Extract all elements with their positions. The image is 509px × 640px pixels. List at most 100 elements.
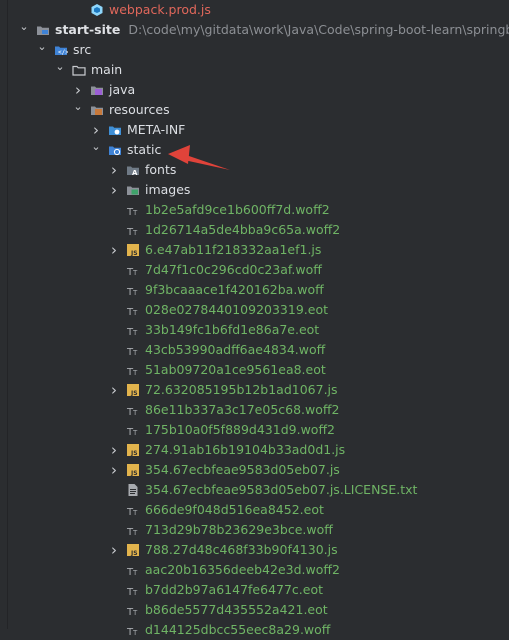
font-file-icon: T T — [126, 403, 140, 417]
tree-row[interactable]: T T b86de5577d435552a421.eot — [0, 600, 509, 620]
tree-row[interactable]: T T 666de9f048d516ea8452.eot — [0, 500, 509, 520]
tree-row[interactable]: T T 028e0278440109203319.eot — [0, 300, 509, 320]
tree-row[interactable]: 354.67ecbfeae9583d05eb07.js.LICENSE.txt — [0, 480, 509, 500]
tree-row[interactable]: › JS 354.67ecbfeae9583d05eb07.js — [0, 460, 509, 480]
expand-arrow-icon[interactable]: ⌄ — [72, 100, 84, 120]
font-file-icon: T T — [126, 563, 140, 577]
svg-text:T: T — [132, 429, 138, 437]
tree-row[interactable]: ⌄ main — [0, 60, 509, 80]
js-file-icon: JS — [126, 383, 140, 397]
web-folder-icon — [108, 143, 122, 157]
tree-row[interactable]: › JS 6.e47ab11f218332aa1ef1.js — [0, 240, 509, 260]
tree-row[interactable]: T T aac20b16356deeb42e3d.woff2 — [0, 560, 509, 580]
collapse-arrow-icon[interactable]: › — [72, 80, 84, 100]
source-folder-icon: </> — [54, 43, 68, 57]
tree-item-label: 175b10a0f5f889d431d9.woff2 — [145, 422, 336, 437]
tree-row[interactable]: ⌄ static — [0, 140, 509, 160]
tree-row[interactable]: webpack.prod.js — [0, 0, 509, 20]
tree-item-label: 86e11b337a3c17e05c68.woff2 — [145, 402, 340, 417]
tree-item-label: 666de9f048d516ea8452.eot — [145, 502, 324, 517]
svg-text:T: T — [132, 309, 138, 317]
tree-row[interactable]: T T 51ab09720a1ce9561ea8.eot — [0, 360, 509, 380]
collapse-arrow-icon[interactable]: › — [108, 440, 120, 460]
tree-row[interactable]: ⌄ resources — [0, 100, 509, 120]
tree-row[interactable]: T T 86e11b337a3c17e05c68.woff2 — [0, 400, 509, 420]
tree-row[interactable]: ⌄ </> src — [0, 40, 509, 60]
svg-text:JS: JS — [130, 390, 138, 397]
font-file-icon: T T — [126, 623, 140, 637]
collapse-arrow-icon[interactable]: › — [108, 460, 120, 480]
font-file-icon: T T — [126, 583, 140, 597]
tree-row[interactable]: T T d144125dbcc55eec8a29.woff — [0, 620, 509, 640]
font-file-icon: T T — [126, 203, 140, 217]
tree-item-label: 1b2e5afd9ce1b600ff7d.woff2 — [145, 202, 330, 217]
tree-row[interactable]: › JS 788.27d48c468f33b90f4130.js — [0, 540, 509, 560]
tree-item-label: 9f3bcaaace1f420162ba.woff — [145, 282, 324, 297]
collapse-arrow-icon[interactable]: › — [108, 540, 120, 560]
module-path: D:\code\my\gitdata\work\Java\Code\spring… — [128, 22, 509, 37]
tree-row[interactable]: T T 9f3bcaaace1f420162ba.woff — [0, 280, 509, 300]
collapse-arrow-icon[interactable]: › — [108, 380, 120, 400]
tree-item-label: 6.e47ab11f218332aa1ef1.js — [145, 242, 322, 257]
tree-row[interactable]: T T 33b149fc1b6fd1e86a7e.eot — [0, 320, 509, 340]
tree-row[interactable]: T T 175b10a0f5f889d431d9.woff2 — [0, 420, 509, 440]
svg-text:T: T — [132, 509, 138, 517]
tree-item-label: aac20b16356deeb42e3d.woff2 — [145, 562, 340, 577]
tree-row[interactable]: T T 713d29b78b23629e3bce.woff — [0, 520, 509, 540]
svg-text:A: A — [132, 169, 138, 177]
svg-text:T: T — [132, 329, 138, 337]
svg-text:JS: JS — [130, 550, 138, 557]
resources-folder-icon — [90, 103, 104, 117]
tree-row[interactable]: ⌄ start-site D:\code\my\gitdata\work\Java… — [0, 20, 509, 40]
svg-text:T: T — [132, 269, 138, 277]
tree-item-label: b86de5577d435552a421.eot — [145, 602, 328, 617]
font-file-icon: T T — [126, 503, 140, 517]
font-file-icon: T T — [126, 603, 140, 617]
collapse-arrow-icon[interactable]: › — [108, 240, 120, 260]
tree-item-label: META-INF — [127, 122, 186, 137]
font-file-icon: T T — [126, 343, 140, 357]
expand-arrow-icon[interactable]: ⌄ — [54, 60, 66, 80]
svg-text:T: T — [132, 289, 138, 297]
tree-item-label: 028e0278440109203319.eot — [145, 302, 329, 317]
images-folder-icon — [126, 183, 140, 197]
folder-icon — [72, 63, 86, 77]
collapse-arrow-icon[interactable]: › — [108, 180, 120, 200]
tree-row[interactable]: › META-INF — [0, 120, 509, 140]
tree-item-label: images — [145, 182, 191, 197]
expand-arrow-icon[interactable]: ⌄ — [36, 40, 48, 60]
tree-row[interactable]: › images — [0, 180, 509, 200]
tree-row[interactable]: T T 7d47f1c0c296cd0c23af.woff — [0, 260, 509, 280]
tree-item-label: 788.27d48c468f33b90f4130.js — [145, 542, 338, 557]
expand-arrow-icon[interactable]: ⌄ — [90, 140, 102, 160]
fonts-folder-icon: A — [126, 163, 140, 177]
expand-arrow-icon[interactable]: ⌄ — [18, 20, 30, 40]
tree-row[interactable]: T T 1d26714a5de4bba9c65a.woff2 — [0, 220, 509, 240]
svg-text:T: T — [132, 409, 138, 417]
collapse-arrow-icon[interactable]: › — [108, 160, 120, 180]
tree-row[interactable]: T T b7dd2b97a6147fe6477c.eot — [0, 580, 509, 600]
tree-row[interactable]: › JS 274.91ab16b19104b33ad0d1.js — [0, 440, 509, 460]
tree-row[interactable]: › JS 72.632085195b12b1ad1067.js — [0, 380, 509, 400]
tree-item-label: 43cb53990adff6ae4834.woff — [145, 342, 326, 357]
tree-row[interactable]: › A fonts — [0, 160, 509, 180]
collapse-arrow-icon[interactable]: › — [90, 120, 102, 140]
tree-row[interactable]: T T 43cb53990adff6ae4834.woff — [0, 340, 509, 360]
tree-row[interactable]: › java — [0, 80, 509, 100]
webpack-icon — [90, 3, 104, 17]
svg-text:T: T — [132, 349, 138, 357]
tree-item-label: java — [109, 82, 136, 97]
tree-item-label: fonts — [145, 162, 177, 177]
tree-item-label: 51ab09720a1ce9561ea8.eot — [145, 362, 326, 377]
tree-row[interactable]: T T 1b2e5afd9ce1b600ff7d.woff2 — [0, 200, 509, 220]
js-file-icon: JS — [126, 543, 140, 557]
